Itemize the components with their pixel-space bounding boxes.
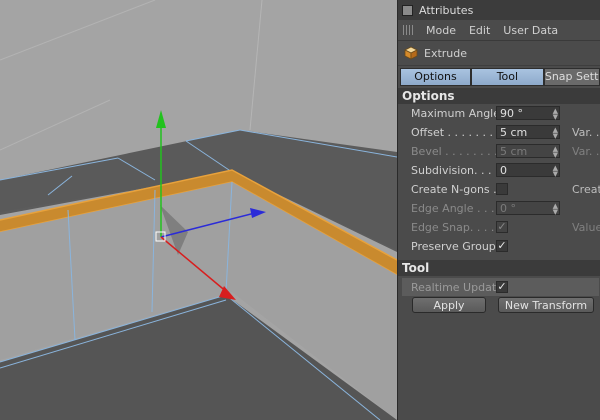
bevel-field[interactable]: 5 cm ▲ ▼: [496, 144, 560, 159]
subdivision-field[interactable]: 0 ▲ ▼: [496, 163, 560, 178]
menubar: Mode Edit User Data: [398, 20, 600, 41]
row-subdivision: Subdivision. . . . 0 ▲ ▼: [398, 161, 600, 180]
create-ngons-label: Create N-gons .: [411, 183, 497, 196]
create-label: Create: [572, 183, 600, 196]
menu-user-data[interactable]: User Data: [503, 24, 558, 37]
maximum-angle-field[interactable]: 90 ° ▲ ▼: [496, 106, 560, 121]
tab-bar: Options Tool Snap Setti: [400, 68, 600, 86]
grip-icon[interactable]: [403, 25, 413, 35]
edge-angle-value: 0 °: [500, 202, 516, 215]
menu-mode[interactable]: Mode: [426, 24, 456, 37]
offset-value: 5 cm: [500, 126, 528, 139]
options-section-header: Options: [398, 88, 600, 104]
edge-snap-label: Edge Snap. . . .: [411, 221, 495, 234]
edge-angle-label: Edge Angle . . .: [411, 202, 495, 215]
edge-snap-checkbox[interactable]: ✓: [496, 221, 508, 233]
viewport-scene[interactable]: [0, 0, 397, 420]
value-label: Value: [572, 221, 600, 234]
new-transform-button[interactable]: New Transform: [498, 297, 594, 313]
row-edge-angle: Edge Angle . . . 0 ° ▲ ▼: [398, 199, 600, 218]
maximum-angle-value: 90 °: [500, 107, 523, 120]
row-preserve-groups: Preserve Groups ✓: [398, 237, 600, 256]
realtime-update-label: Realtime Update: [411, 281, 503, 294]
extrude-tool-icon: [404, 46, 418, 60]
offset-field[interactable]: 5 cm ▲ ▼: [496, 125, 560, 140]
row-realtime-update: Realtime Update ✓: [398, 278, 600, 297]
spinner-arrows-icon[interactable]: ▲ ▼: [553, 127, 558, 140]
subdivision-label: Subdivision. . . .: [411, 164, 499, 177]
tab-options[interactable]: Options: [400, 68, 471, 86]
row-edge-snap: Edge Snap. . . . ✓ Value: [398, 218, 600, 237]
object-name: Extrude: [424, 46, 468, 60]
apply-button[interactable]: Apply: [412, 297, 486, 313]
preserve-groups-label: Preserve Groups: [411, 240, 502, 253]
row-create-ngons: Create N-gons . Create: [398, 180, 600, 199]
3d-viewport[interactable]: [0, 0, 397, 420]
attributes-panel: Attributes Mode Edit User Data Extrude O…: [397, 0, 600, 420]
bevel-label: Bevel . . . . . . . . .: [411, 145, 505, 158]
bevel-value: 5 cm: [500, 145, 528, 158]
spinner-arrows-icon[interactable]: ▲ ▼: [553, 203, 558, 216]
offset-variation-label: Var. .: [572, 126, 600, 139]
spinner-arrows-icon[interactable]: ▲ ▼: [553, 165, 558, 178]
spinner-arrows-icon[interactable]: ▲ ▼: [553, 108, 558, 121]
row-buttons: Apply New Transform: [398, 297, 600, 316]
offset-label: Offset . . . . . . . .: [411, 126, 500, 139]
tool-section-header: Tool: [398, 260, 600, 276]
maximum-angle-label: Maximum Angle: [411, 107, 500, 120]
row-offset: Offset . . . . . . . . 5 cm ▲ ▼ Var. .: [398, 123, 600, 142]
edge-angle-field[interactable]: 0 ° ▲ ▼: [496, 201, 560, 216]
panel-window-icon[interactable]: [402, 4, 413, 16]
panel-titlebar: Attributes: [398, 0, 600, 20]
panel-title: Attributes: [419, 3, 474, 17]
row-bevel: Bevel . . . . . . . . . 5 cm ▲ ▼ Var. .: [398, 142, 600, 161]
row-maximum-angle: Maximum Angle 90 ° ▲ ▼: [398, 104, 600, 123]
object-header: Extrude: [398, 41, 600, 66]
bevel-variation-label: Var. .: [572, 145, 600, 158]
menu-edit[interactable]: Edit: [469, 24, 490, 37]
realtime-update-checkbox[interactable]: ✓: [496, 281, 508, 293]
tab-snap-settings[interactable]: Snap Setti: [543, 68, 600, 86]
create-ngons-checkbox[interactable]: [496, 183, 508, 195]
preserve-groups-checkbox[interactable]: ✓: [496, 240, 508, 252]
tab-tool[interactable]: Tool: [470, 68, 544, 86]
subdivision-value: 0: [500, 164, 507, 177]
spinner-arrows-icon[interactable]: ▲ ▼: [553, 146, 558, 159]
